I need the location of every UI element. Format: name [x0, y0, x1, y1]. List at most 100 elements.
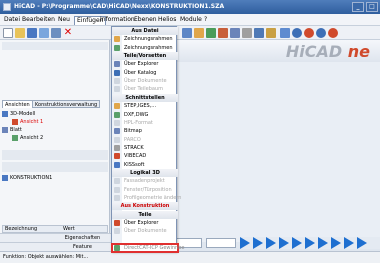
- target-icon[interactable]: [328, 28, 338, 38]
- part-icon: [2, 174, 8, 181]
- menu-ebenen[interactable]: Ebenen: [134, 16, 157, 24]
- menu-item-icon: [114, 78, 120, 85]
- menu-help[interactable]: ?: [204, 16, 207, 24]
- menu-item-label: VIBECAD: [124, 153, 147, 160]
- arrow-icon[interactable]: [253, 237, 263, 249]
- list-item[interactable]: KONSTRUKTION1: [2, 174, 52, 182]
- menu-item-label: Über Katalog: [124, 69, 157, 76]
- menu-item: Über Dokumente: [112, 227, 178, 235]
- menu-item-label: STEP,IGES,...: [124, 103, 157, 110]
- sphere-icon[interactable]: [292, 28, 302, 38]
- menu-item-icon: [114, 136, 120, 143]
- tab-konstruktionsverwaltung[interactable]: Konstruktionsverwaltung: [32, 100, 101, 108]
- menu-item: Fenster/Türposition: [112, 186, 178, 194]
- maximize-icon[interactable]: □: [366, 2, 378, 12]
- arrow-icon[interactable]: [240, 237, 250, 249]
- tree-item-ansicht2[interactable]: Ansicht 2: [12, 134, 43, 142]
- arrow-icon[interactable]: [344, 237, 354, 249]
- tab-ansichten[interactable]: Ansichten: [2, 100, 33, 108]
- minimize-icon[interactable]: _: [352, 2, 364, 12]
- shade-icon[interactable]: [230, 28, 240, 38]
- menu-item[interactable]: VIBECAD: [112, 152, 178, 160]
- column-wert: Wert: [63, 226, 75, 232]
- menu-spacer: [112, 236, 178, 244]
- arrow-icon[interactable]: [331, 237, 341, 249]
- model-icon: [2, 110, 8, 117]
- arrow-icon[interactable]: [292, 237, 302, 249]
- menu-item[interactable]: STRACK: [112, 144, 178, 152]
- menu-item: HPL-Format: [112, 119, 178, 127]
- menu-item-label: DXF,DWG: [124, 111, 149, 118]
- menu-item[interactable]: DXF,DWG: [112, 111, 178, 119]
- zoom-icon[interactable]: [194, 28, 204, 38]
- menu-item-label: HPL-Format: [124, 119, 153, 126]
- menu-bearbeiten[interactable]: Bearbeiten: [22, 16, 55, 24]
- menu-item-icon: [114, 69, 120, 76]
- view-icon: [12, 134, 18, 141]
- menu-item-icon: [114, 119, 120, 126]
- menu-item-icon: [114, 186, 120, 193]
- settings-icon[interactable]: [280, 28, 290, 38]
- new-file-icon[interactable]: [3, 28, 13, 38]
- menu-information[interactable]: Information: [100, 16, 135, 24]
- menu-item-icon: [114, 86, 120, 93]
- bottom-toolbar: [172, 237, 380, 249]
- menu-helios[interactable]: Helios: [158, 16, 176, 24]
- measure-icon[interactable]: [266, 28, 276, 38]
- menu-item: PARCO: [112, 136, 178, 144]
- arrow-icon[interactable]: [266, 237, 276, 249]
- menu-item-label: DirectCAT-ICP Gewinnbe: [124, 244, 185, 251]
- menu-item-label: Logikal 3D: [130, 169, 160, 176]
- menu-item-label: Fenster/Türposition: [124, 186, 172, 193]
- view-icon[interactable]: [182, 28, 192, 38]
- menu-item[interactable]: KISSsoft: [112, 161, 178, 169]
- left-panel: Ansichten Konstruktionsverwaltung 3D-Mod…: [0, 40, 110, 263]
- menu-item[interactable]: Über Katalog: [112, 69, 178, 77]
- menu-section-header: Logikal 3D: [112, 168, 178, 177]
- arrow-icon[interactable]: [318, 237, 328, 249]
- menu-item-icon: [114, 220, 120, 227]
- tree-item-blatt[interactable]: Blatt: [2, 126, 22, 134]
- tree-item-3d-model[interactable]: 3D-Modell: [2, 110, 35, 118]
- record-icon[interactable]: [304, 28, 314, 38]
- menu-item[interactable]: Zeichnungsrahmen: [112, 35, 178, 43]
- panel-toolbar-2: [2, 162, 108, 172]
- open-folder-icon[interactable]: [15, 28, 25, 38]
- menu-item-icon: [114, 44, 120, 51]
- menu-item[interactable]: Über Explorer: [112, 60, 178, 68]
- menu-item-label: Zeichnungsrahmen: [124, 36, 173, 43]
- view-icon: [12, 118, 18, 125]
- menu-item-label: Über Explorer: [124, 220, 159, 227]
- arrow-icon[interactable]: [279, 237, 289, 249]
- menu-item-directcat[interactable]: DirectCAT-ICP Gewinnbe: [111, 242, 184, 253]
- delete-icon[interactable]: ✕: [63, 28, 73, 38]
- menu-item-label: Aus Datei: [131, 28, 159, 34]
- arrow-icon[interactable]: [357, 237, 367, 249]
- menu-item-label: Bitmap: [124, 128, 142, 135]
- layer-icon[interactable]: [242, 28, 252, 38]
- grid-icon[interactable]: [254, 28, 264, 38]
- drawing-canvas[interactable]: [165, 62, 380, 242]
- insert-menu: Aus Datei Zeichnungsrahmen Zeichnungsrahme…: [111, 26, 184, 253]
- rotate-icon[interactable]: [218, 28, 228, 38]
- menu-item[interactable]: Über Explorer: [112, 219, 178, 227]
- mail-icon[interactable]: [51, 28, 61, 38]
- menu-item[interactable]: Zeichnungsrahmen: [112, 44, 178, 52]
- arrow-icon[interactable]: [305, 237, 315, 249]
- globe-icon[interactable]: [316, 28, 326, 38]
- menu-datei[interactable]: Datei: [4, 16, 20, 24]
- print-icon[interactable]: [39, 28, 49, 38]
- menu-module[interactable]: Module: [180, 16, 202, 24]
- menu-item[interactable]: STEP,IGES,...: [112, 102, 178, 110]
- color-select[interactable]: [206, 238, 236, 248]
- save-icon[interactable]: [27, 28, 37, 38]
- menu-item-label: Aus Konstruktion: [120, 203, 170, 210]
- menu-item-icon: [114, 144, 120, 151]
- menu-item-icon: [114, 103, 120, 110]
- pan-icon[interactable]: [206, 28, 216, 38]
- menu-item: Profilgeometrie ändern: [112, 194, 181, 202]
- menu-item-label: Teile: [138, 211, 152, 218]
- menu-item[interactable]: Bitmap: [112, 127, 178, 135]
- menu-neu[interactable]: Neu: [58, 16, 70, 24]
- tree-item-ansicht1[interactable]: Ansicht 1: [12, 118, 43, 126]
